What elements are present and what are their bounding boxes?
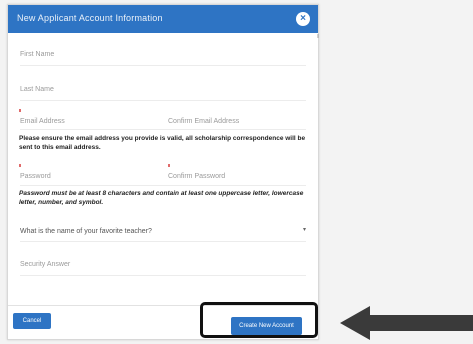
create-account-button[interactable]: Create New Account [231,317,302,335]
email-field[interactable]: Email Address [20,118,65,125]
last-name-field[interactable]: Last Name [20,86,54,93]
required-marker [19,109,21,112]
cancel-button[interactable]: Cancel [13,313,51,329]
required-marker [19,164,21,167]
confirm-password-field[interactable]: Confirm Password [168,173,225,180]
dialog-header: New Applicant Account Information × [8,5,318,33]
password-underline [20,185,306,186]
first-name-underline [20,65,306,66]
security-question-select[interactable]: What is the name of your favorite teache… [20,228,152,235]
first-name-field[interactable]: First Name [20,51,54,58]
security-question-underline [20,241,306,242]
chevron-down-icon[interactable]: ▾ [303,226,306,233]
last-name-underline [20,100,306,101]
password-note: Password must be at least 8 characters a… [19,190,304,206]
pointer-arrow-icon [340,306,473,340]
security-answer-underline [20,275,306,276]
security-answer-field[interactable]: Security Answer [20,261,70,268]
password-field[interactable]: Password [20,173,51,180]
email-note: Please ensure the email address you prov… [19,135,306,151]
close-icon[interactable]: × [296,12,310,26]
new-account-dialog: New Applicant Account Information × Firs… [7,4,319,340]
confirm-email-field[interactable]: Confirm Email Address [168,118,239,125]
dialog-title: New Applicant Account Information [17,13,163,23]
email-underline [20,129,306,130]
scrollbar-mark: ı [317,33,319,40]
required-marker [168,164,170,167]
